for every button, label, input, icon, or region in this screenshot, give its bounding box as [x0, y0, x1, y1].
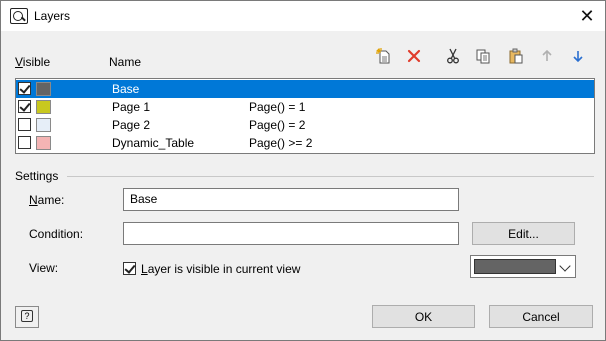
layers-dialog: Layers ✕ Visible Name Base Page 1 Page()… — [0, 0, 606, 341]
layers-app-icon — [10, 8, 28, 24]
move-down-button[interactable] — [567, 45, 589, 67]
column-header-visible: Visible — [15, 55, 51, 69]
visible-checkbox[interactable] — [18, 82, 31, 95]
name-field[interactable]: Base — [123, 188, 459, 211]
condition-label: Condition: — [29, 227, 84, 241]
copy-button[interactable] — [472, 45, 494, 67]
layer-condition: Page() = 1 — [249, 100, 306, 114]
layer-name: Dynamic_Table — [112, 136, 195, 150]
layer-row-page-1[interactable]: Page 1 Page() = 1 — [16, 98, 594, 116]
window-title: Layers — [34, 9, 71, 23]
delete-icon — [407, 49, 421, 63]
layer-name: Page 2 — [112, 118, 151, 132]
chevron-down-icon — [559, 260, 571, 272]
layer-row-dynamic-table[interactable]: Dynamic_Table Page() >= 2 — [16, 134, 594, 152]
arrow-up-icon — [542, 49, 552, 61]
layer-color-swatch — [36, 82, 51, 96]
layer-color-swatch — [36, 100, 51, 114]
paste-button[interactable] — [505, 45, 527, 67]
help-button[interactable]: ? — [15, 306, 39, 328]
cut-button[interactable] — [442, 45, 464, 67]
layer-color-swatch — [36, 118, 51, 132]
column-header-name: Name — [109, 55, 142, 69]
condition-field[interactable] — [123, 222, 459, 245]
layer-condition: Page() >= 2 — [249, 136, 313, 150]
paste-icon — [509, 48, 523, 64]
cut-icon — [447, 48, 459, 64]
selected-color-swatch — [474, 259, 556, 274]
new-layer-icon — [376, 48, 390, 64]
move-up-button[interactable] — [536, 45, 558, 67]
layer-list[interactable]: Base Page 1 Page() = 1 Page 2 Page() = 2… — [15, 78, 595, 154]
layer-row-base[interactable]: Base — [16, 80, 594, 98]
layer-condition: Page() = 2 — [249, 118, 306, 132]
copy-icon — [476, 49, 490, 64]
arrow-down-icon — [573, 51, 583, 63]
delete-layer-button[interactable] — [403, 45, 425, 67]
visible-checkbox[interactable] — [18, 118, 31, 131]
edit-condition-button[interactable]: Edit... — [472, 222, 575, 245]
view-label: View: — [29, 261, 59, 275]
layer-color-picker[interactable] — [470, 255, 576, 278]
close-icon[interactable]: ✕ — [573, 3, 601, 29]
visible-checkbox[interactable] — [18, 100, 31, 113]
title-bar: Layers ✕ — [1, 1, 605, 31]
layer-name: Base — [112, 82, 140, 96]
help-icon: ? — [21, 310, 33, 322]
name-label: Name: — [29, 193, 65, 207]
ok-button[interactable]: OK — [372, 305, 475, 328]
cancel-button[interactable]: Cancel — [489, 305, 593, 328]
layer-color-swatch — [36, 136, 51, 150]
settings-section-label: Settings — [15, 169, 59, 183]
layer-name: Page 1 — [112, 100, 151, 114]
layer-row-page-2[interactable]: Page 2 Page() = 2 — [16, 116, 594, 134]
layer-visible-label[interactable]: Layer is visible in current view — [141, 262, 300, 276]
layer-visible-checkbox[interactable] — [123, 262, 136, 275]
new-layer-button[interactable] — [373, 45, 395, 67]
settings-divider — [67, 176, 594, 177]
visible-checkbox[interactable] — [18, 136, 31, 149]
